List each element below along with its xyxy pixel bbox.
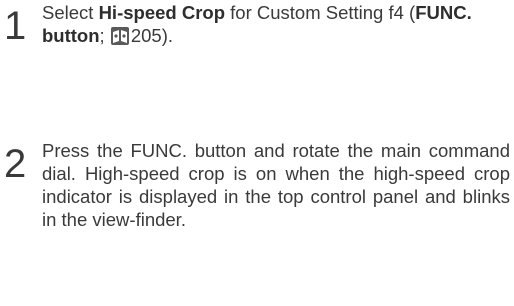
page-reference-icon xyxy=(110,27,129,45)
menu-option-name: Hi-speed Crop xyxy=(98,2,225,23)
step-text-middle: for Custom Setting f4 ( xyxy=(225,2,416,23)
step-text-before: Select xyxy=(42,2,99,23)
step-number: 2 xyxy=(4,142,26,186)
step-number: 1 xyxy=(4,4,26,48)
step-instruction: Select Hi-speed Crop for Custom Setting … xyxy=(42,1,510,47)
step-text-semicolon: ; xyxy=(99,25,110,46)
step-instruction: Press the FUNC. button and rotate the ma… xyxy=(42,140,510,230)
step-text-end: ). xyxy=(161,25,173,46)
page-reference-number: 205 xyxy=(130,25,162,46)
